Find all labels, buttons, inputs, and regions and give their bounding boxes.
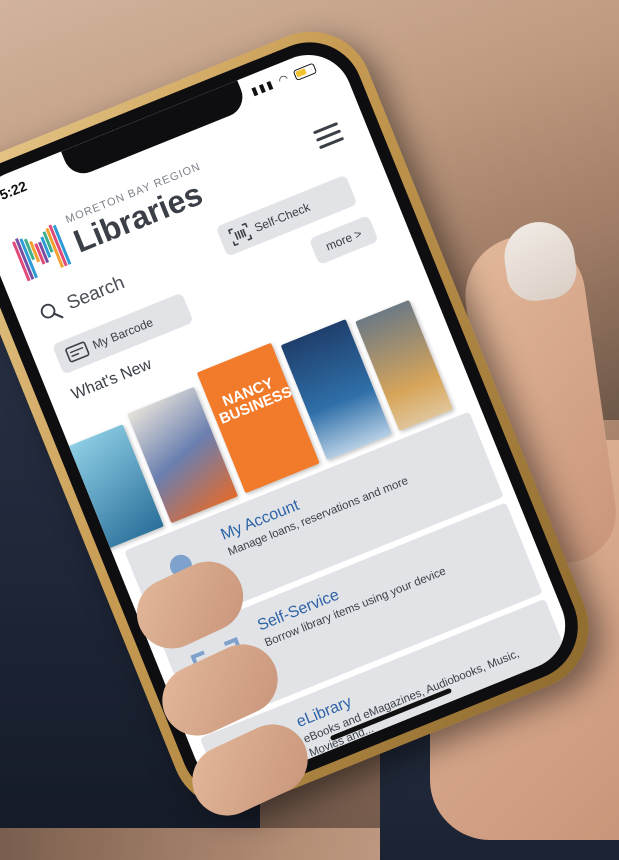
self-check-label: Self-Check [252,199,313,235]
search-icon [40,303,64,319]
book-title: NANCY BUSINESS [217,374,295,428]
search-button[interactable]: Search [36,272,128,326]
status-time: 5:22 [0,177,30,203]
my-barcode-label: My Barcode [90,315,156,353]
barcode-scan-icon [227,222,253,247]
wifi-icon: ◠ [276,71,293,88]
battery-icon [292,62,318,81]
search-label: Search [63,272,128,315]
signal-icon: ▮▮▮ [249,78,277,99]
hamburger-menu-icon[interactable] [312,121,345,150]
more-label: more > [323,226,364,254]
card-icon [65,341,90,363]
libraries-logo-icon [12,224,72,282]
status-icons: ▮▮▮ ◠ [249,61,318,99]
more-button[interactable]: more > [308,215,379,265]
